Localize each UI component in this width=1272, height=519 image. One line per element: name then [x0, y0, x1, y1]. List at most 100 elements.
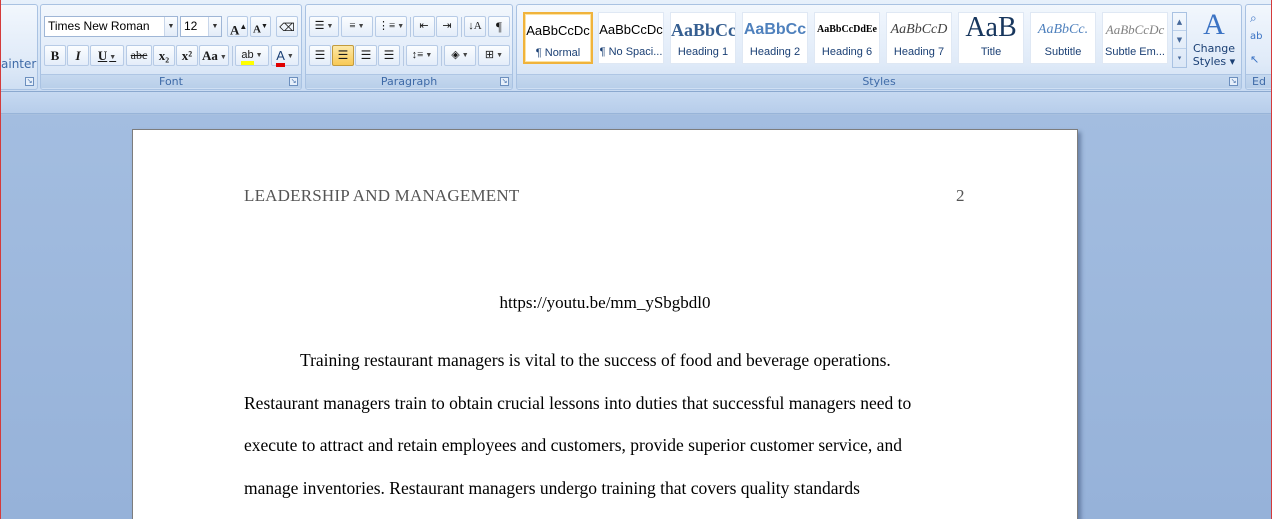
pilcrow-icon: ¶	[496, 19, 502, 34]
style-name: Subtle Em...	[1105, 46, 1165, 58]
justify-button[interactable]: ☰	[378, 45, 400, 66]
bullets-button[interactable]: ☰ ▼	[309, 16, 339, 37]
align-left-button[interactable]: ☰	[309, 45, 331, 66]
chevron-down-icon: ▼	[219, 52, 227, 61]
body-line-1: Training restaurant managers is vital to…	[300, 350, 891, 370]
chevron-down-icon: ▼	[208, 17, 221, 36]
decrease-indent-button[interactable]: ⇤	[413, 16, 435, 37]
bullets-icon: ☰	[314, 20, 325, 33]
change-case-button[interactable]: Aa ▼	[199, 45, 229, 66]
italic-button[interactable]: I	[67, 45, 89, 66]
format-painter-button[interactable]: ainter	[1, 57, 36, 71]
eraser-icon: ⌫	[279, 22, 295, 34]
style-heading-7[interactable]: AaBbCcD Heading 7	[886, 12, 952, 64]
sort-button[interactable]: ↓A	[464, 16, 486, 37]
style-heading-6[interactable]: AaBbCcDdEe Heading 6	[814, 12, 880, 64]
font-size-select[interactable]: 12 ▼	[180, 16, 222, 37]
font-dialog-launcher-icon[interactable]: ↘	[289, 77, 298, 86]
borders-icon: ⊞	[484, 49, 495, 62]
style-preview: AaBbCc	[671, 20, 735, 40]
editing-group: ⌕ ab ↖ Ed	[1245, 4, 1272, 90]
style-heading-1[interactable]: AaBbCc Heading 1	[670, 12, 736, 64]
style-preview: AaBbCcD	[890, 22, 948, 37]
shading-button[interactable]: ◈ ▼	[444, 45, 476, 66]
show-formatting-button[interactable]: ¶	[488, 16, 510, 37]
change-styles-label-2: Styles ▾	[1192, 55, 1236, 68]
style-title[interactable]: AaB Title	[958, 12, 1024, 64]
subscript-button[interactable]: x₂	[153, 45, 175, 66]
separator	[461, 17, 462, 37]
style-name: Title	[980, 46, 1002, 58]
style-no-spacing[interactable]: AaBbCcDc ¶ No Spaci...	[598, 12, 664, 64]
body-line-4: manage inventories. Restaurant managers …	[244, 478, 860, 498]
page-number: 2	[956, 186, 965, 205]
paragraph-group-label: Paragraph	[306, 74, 512, 88]
style-preview: AaB	[965, 13, 1017, 43]
underline-button[interactable]: U ▼	[90, 45, 124, 66]
running-head: LEADERSHIP AND MANAGEMENT	[244, 186, 520, 205]
clipboard-launcher-icon[interactable]: ↘	[25, 77, 34, 86]
font-name-select[interactable]: Times New Roman ▼	[44, 16, 178, 37]
multilevel-list-button[interactable]: ⋮≡ ▼	[375, 16, 407, 37]
font-name-value: Times New Roman	[48, 19, 150, 33]
select-icon[interactable]: ↖	[1250, 53, 1259, 66]
gallery-down-button[interactable]: ▼	[1173, 31, 1186, 49]
style-subtle-emphasis[interactable]: AaBbCcDc Subtle Em...	[1102, 12, 1168, 64]
paint-bucket-icon: ◈	[451, 49, 460, 62]
subscript-icon: x₂	[158, 48, 170, 63]
styles-dialog-launcher-icon[interactable]: ↘	[1229, 77, 1238, 86]
gallery-scroll: ▲ ▼ ▾	[1172, 12, 1187, 68]
line-spacing-button[interactable]: ↕≡ ▼	[406, 45, 438, 66]
style-name: ¶ No Spaci...	[599, 46, 663, 58]
separator	[410, 17, 411, 37]
style-name: Heading 2	[749, 46, 801, 58]
style-subtitle[interactable]: AaBbCc. Subtitle	[1030, 12, 1096, 64]
chevron-down-icon: ▼	[109, 52, 117, 61]
justify-icon: ☰	[383, 48, 395, 62]
document-page[interactable]: LEADERSHIP AND MANAGEMENT 2 https://yout…	[132, 129, 1078, 519]
change-styles-button[interactable]: A Change Styles ▾	[1190, 8, 1238, 74]
clear-formatting-button[interactable]: ⌫	[276, 16, 298, 37]
font-color-button[interactable]: A ▼	[271, 45, 299, 67]
body-line-3: execute to attract and retain employees …	[244, 435, 902, 455]
align-center-button[interactable]: ☰	[332, 45, 354, 66]
decrease-indent-icon: ⇤	[419, 20, 429, 32]
document-link[interactable]: https://youtu.be/mm_ySbgbdl0	[133, 293, 1077, 313]
window-frame-left	[0, 0, 1, 519]
gallery-more-button[interactable]: ▾	[1173, 49, 1186, 67]
styles-group-label: Styles	[517, 74, 1241, 88]
shrink-font-button[interactable]: A▼	[250, 16, 271, 37]
align-right-button[interactable]: ☰	[355, 45, 377, 66]
ruler-band	[0, 92, 1272, 114]
grow-font-icon: A	[230, 22, 240, 38]
italic-icon: I	[75, 48, 81, 63]
style-normal[interactable]: AaBbCcDc ¶ Normal	[523, 12, 593, 64]
style-name: ¶ Normal	[535, 47, 581, 59]
borders-button[interactable]: ⊞ ▼	[478, 45, 510, 66]
increase-indent-button[interactable]: ⇥	[436, 16, 458, 37]
chevron-down-icon: ▼	[425, 51, 433, 59]
sort-icon: ↓A	[468, 20, 482, 32]
style-preview: AaBbCcDc	[599, 22, 663, 37]
change-styles-label: Change	[1192, 42, 1236, 55]
bold-button[interactable]: B	[44, 45, 66, 66]
shrink-font-icon: A	[253, 23, 261, 36]
strikethrough-button[interactable]: abc	[126, 45, 152, 66]
paragraph-group: ☰ ▼ ≡ ▼ ⋮≡ ▼ ⇤ ⇥ ↓A ¶ ☰ ☰ ☰ ☰ ↕≡ ▼ ◈ ▼ ⊞ ▼ Par…	[305, 4, 513, 90]
style-name: Subtitle	[1044, 46, 1082, 58]
grow-font-button[interactable]: A▲	[227, 16, 248, 37]
gallery-up-button[interactable]: ▲	[1173, 13, 1186, 31]
align-left-icon: ☰	[314, 48, 326, 62]
numbering-button[interactable]: ≡ ▼	[341, 16, 373, 37]
style-heading-2[interactable]: AaBbCc Heading 2	[742, 12, 808, 64]
superscript-button[interactable]: x²	[176, 45, 198, 66]
replace-icon[interactable]: ab	[1250, 31, 1262, 42]
highlight-button[interactable]: ab ▼	[235, 45, 269, 66]
paragraph-dialog-launcher-icon[interactable]: ↘	[500, 77, 509, 86]
chevron-down-icon: ▼	[164, 17, 177, 36]
separator	[441, 46, 442, 66]
styles-gallery: AaBbCcDc ¶ Normal AaBbCcDc ¶ No Spaci...…	[520, 10, 1188, 68]
chevron-down-icon: ▼	[397, 22, 405, 30]
font-group: Times New Roman ▼ 12 ▼ A▲ A▼ ⌫ B I U ▼ ab…	[40, 4, 302, 90]
find-icon[interactable]: ⌕	[1250, 11, 1257, 26]
